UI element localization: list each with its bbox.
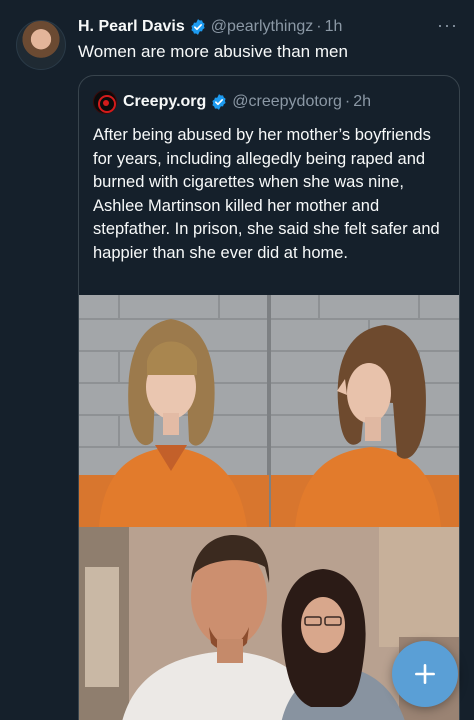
compose-button[interactable] [392, 641, 458, 707]
tweet[interactable]: H. Pearl Davis @pearlythingz · 1h ··· Wo… [0, 0, 474, 720]
quoted-author-display-name[interactable]: Creepy.org [123, 92, 206, 112]
more-horizontal-icon[interactable]: ··· [437, 15, 458, 36]
separator-dot: · [344, 93, 351, 110]
verified-badge-icon [212, 94, 226, 110]
author-display-name[interactable]: H. Pearl Davis [78, 17, 185, 37]
tweet-timestamp[interactable]: 1h [325, 17, 343, 37]
quoted-tweet-timestamp[interactable]: 2h [353, 92, 371, 112]
quoted-tweet[interactable]: Creepy.org @creepydotorg · 2h After bein… [78, 75, 460, 720]
verified-badge-icon [191, 19, 205, 35]
quoted-tweet-text: After being abused by her mother’s boyfr… [93, 126, 440, 262]
plus-icon [415, 664, 435, 684]
separator-dot: · [316, 18, 322, 35]
quoted-author-handle[interactable]: @creepydotorg [232, 92, 342, 112]
quoted-author-avatar[interactable] [93, 90, 117, 114]
tweet-text: Women are more abusive than men [78, 42, 348, 61]
author-avatar[interactable] [16, 20, 66, 70]
tweet-header: H. Pearl Davis @pearlythingz · 1h [78, 17, 342, 37]
mugshot-photo[interactable] [79, 295, 459, 527]
author-handle[interactable]: @pearlythingz [211, 17, 314, 37]
quoted-tweet-header: Creepy.org @creepydotorg · 2h [93, 90, 371, 114]
